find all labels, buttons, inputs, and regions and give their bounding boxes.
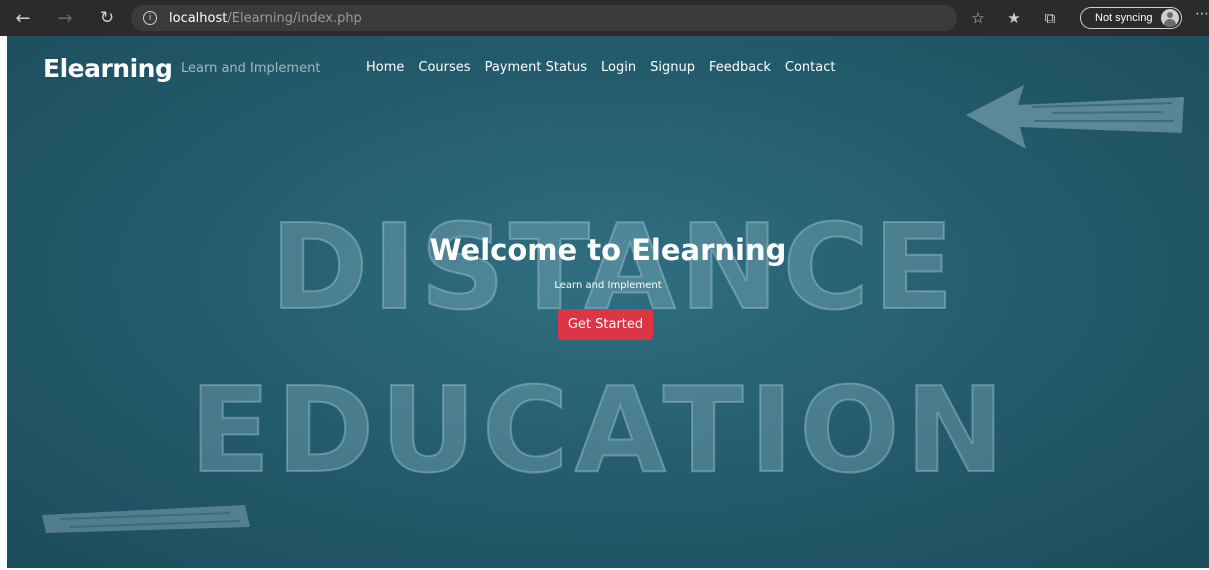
brand-tagline: Learn and Implement <box>181 61 321 76</box>
background-text-education: EDUCATION <box>189 360 1011 500</box>
favorites-icon[interactable]: ★ <box>1002 6 1026 30</box>
navbar: Elearning Learn and Implement Home Cours… <box>7 36 1209 106</box>
nav-links: Home Courses Payment Status Login Signup… <box>366 60 849 75</box>
nav-link-signup[interactable]: Signup <box>650 60 695 75</box>
get-started-button[interactable]: Get Started <box>558 309 653 340</box>
nav-link-payment-status[interactable]: Payment Status <box>485 60 587 75</box>
sync-label: Not syncing <box>1095 12 1153 24</box>
nav-link-contact[interactable]: Contact <box>785 60 836 75</box>
browser-toolbar: ← → ↻ i localhost/Elearning/index.php ☆ … <box>0 0 1209 36</box>
forward-arrow-icon[interactable]: → <box>50 3 80 33</box>
address-bar[interactable]: i localhost/Elearning/index.php <box>131 5 957 31</box>
hero-section: DISTANCE EDUCATION Elearning Learn and I… <box>7 36 1209 568</box>
url-path: /Elearning/index.php <box>227 10 362 26</box>
refresh-icon[interactable]: ↻ <box>92 3 122 33</box>
collections-icon[interactable]: ⧉ <box>1038 6 1062 30</box>
nav-link-feedback[interactable]: Feedback <box>709 60 771 75</box>
brand-logo[interactable]: Elearning <box>43 54 173 83</box>
nav-link-login[interactable]: Login <box>601 60 636 75</box>
profile-sync-button[interactable]: Not syncing <box>1080 7 1182 29</box>
chalk-stroke-decoration <box>42 505 250 533</box>
back-arrow-icon[interactable]: ← <box>8 3 38 33</box>
nav-link-courses[interactable]: Courses <box>418 60 470 75</box>
info-icon[interactable]: i <box>143 11 157 25</box>
more-menu-icon[interactable]: ⋯ <box>1195 6 1209 22</box>
add-favorite-star-icon[interactable]: ☆ <box>966 6 990 30</box>
hero-subtitle: Learn and Implement <box>554 280 662 291</box>
nav-link-home[interactable]: Home <box>366 60 404 75</box>
hero-title: Welcome to Elearning <box>429 233 787 267</box>
avatar-icon <box>1161 9 1179 27</box>
url-host: localhost <box>169 10 228 26</box>
